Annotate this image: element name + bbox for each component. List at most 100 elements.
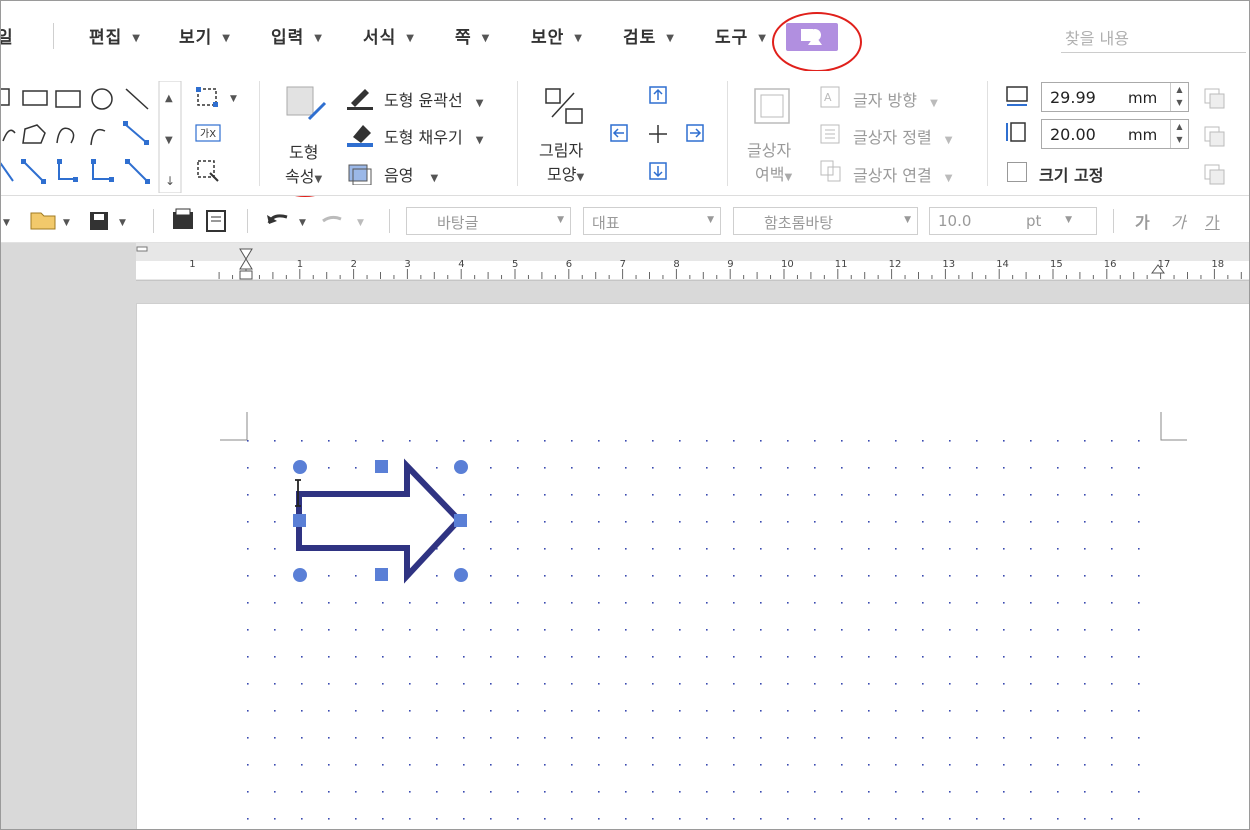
grid-dot xyxy=(598,548,600,550)
width-field[interactable]: 20.00 mm ▲ ▼ xyxy=(1041,119,1189,149)
grid-dot xyxy=(598,575,600,577)
grid-dot xyxy=(1111,440,1113,442)
grid-dot xyxy=(733,467,735,469)
text-align-button[interactable]: 글상자 정렬 ▼ xyxy=(853,124,952,148)
font-size-field[interactable]: 10.0 pt ▼ xyxy=(929,207,1097,235)
style-select[interactable]: 바탕글 ▼ xyxy=(406,207,571,235)
grid-dot xyxy=(841,656,843,658)
grid-dot xyxy=(895,737,897,739)
height-field[interactable]: 29.99 mm ▲ ▼ xyxy=(1041,82,1189,112)
grid-dot xyxy=(301,710,303,712)
menu-item-insert[interactable]: 입력 ▼ xyxy=(271,23,323,48)
menu-item-edit[interactable]: 편집 ▼ xyxy=(89,23,141,48)
grid-dot xyxy=(814,602,816,604)
grid-dot xyxy=(895,467,897,469)
arrange-icons[interactable] xyxy=(1201,85,1231,185)
grid-dot xyxy=(625,629,627,631)
grid-dot xyxy=(571,467,573,469)
document-page[interactable] xyxy=(136,303,1249,829)
horizontal-ruler[interactable]: 1 1 2 3 4 5 6 7 8 9 10 11 12 13 14 15 16 17 18 xyxy=(136,243,1249,281)
grid-dot xyxy=(544,683,546,685)
text-margin-icon[interactable] xyxy=(753,87,793,127)
grid-dot xyxy=(382,602,384,604)
select-tools-icon[interactable]: ▼ 가X xyxy=(194,85,246,185)
grid-dot xyxy=(787,710,789,712)
menu-item-tools[interactable]: 도구 ▼ xyxy=(715,23,767,48)
grid-dot xyxy=(706,521,708,523)
menu-item-page[interactable]: 쪽 ▼ xyxy=(455,23,490,48)
italic-button[interactable]: 가 xyxy=(1171,209,1186,233)
grid-dot xyxy=(247,521,249,523)
grid-dot xyxy=(787,467,789,469)
fill-button[interactable]: 도형 채우기 ▼ xyxy=(384,124,483,148)
height-stepper[interactable]: ▲ ▼ xyxy=(1170,83,1188,111)
font-select[interactable]: 함초롬바탕 ▼ xyxy=(733,207,918,235)
menu-item-review[interactable]: 검토 ▼ xyxy=(623,23,675,48)
fix-size-checkbox[interactable] xyxy=(1007,162,1027,182)
underline-button[interactable]: 가 xyxy=(1205,209,1220,233)
grid-dot xyxy=(1111,656,1113,658)
grid-dot xyxy=(274,521,276,523)
grid-dot xyxy=(598,683,600,685)
text-link-button[interactable]: 글상자 연결 ▼ xyxy=(853,162,952,186)
menu-item-view[interactable]: 보기 ▼ xyxy=(179,23,231,48)
grid-dot xyxy=(1111,602,1113,604)
grid-dot xyxy=(1003,764,1005,766)
grid-dot xyxy=(922,683,924,685)
align-arrows-icon[interactable] xyxy=(605,85,715,185)
grid-dot xyxy=(544,494,546,496)
grid-dot xyxy=(436,575,438,577)
grid-dot xyxy=(436,683,438,685)
menu-item-format[interactable]: 서식 ▼ xyxy=(363,23,415,48)
grid-dot xyxy=(868,710,870,712)
grid-dot xyxy=(949,467,951,469)
grid-dot xyxy=(733,575,735,577)
picture-shape-icon[interactable] xyxy=(544,87,588,127)
shape-gallery[interactable]: ▲ ▼ ↓ xyxy=(1,81,183,193)
menu-item-cut[interactable]: 일 xyxy=(1,23,14,48)
grid-dot xyxy=(868,548,870,550)
grid-dot xyxy=(355,575,357,577)
grid-dot xyxy=(733,521,735,523)
grid-dot xyxy=(625,710,627,712)
shape-properties-button[interactable]: 도형 속성▼ xyxy=(273,79,337,189)
grid-dot xyxy=(328,737,330,739)
text-direction-button[interactable]: 글자 방향 ▼ xyxy=(853,87,938,111)
grid-dot xyxy=(571,575,573,577)
ribbon-separator xyxy=(517,81,518,186)
search-input[interactable]: 찾을 내용 xyxy=(1061,15,1246,53)
grid-dot xyxy=(760,548,762,550)
toolbar-separator xyxy=(153,209,154,233)
grid-dot xyxy=(274,548,276,550)
grid-dot xyxy=(706,440,708,442)
grid-dot xyxy=(760,575,762,577)
grid-dot xyxy=(544,629,546,631)
grid-dot xyxy=(382,764,384,766)
grid-dot xyxy=(1057,521,1059,523)
grid-dot xyxy=(841,791,843,793)
outline-button[interactable]: 도형 윤곽선 ▼ xyxy=(384,87,483,111)
ruler-label: 14 xyxy=(996,259,1009,270)
grid-dot xyxy=(544,548,546,550)
grid-dot xyxy=(274,602,276,604)
width-stepper[interactable]: ▲ ▼ xyxy=(1170,120,1188,148)
shape-props-label-2: 속성 xyxy=(285,167,315,186)
language-select[interactable]: 대표 ▼ xyxy=(583,207,721,235)
grid-dot xyxy=(1111,521,1113,523)
menu-item-security[interactable]: 보안 ▼ xyxy=(531,23,583,48)
shadow-button[interactable]: 음영 ▼ xyxy=(384,162,438,186)
grid-dot xyxy=(895,764,897,766)
grid-dot xyxy=(976,629,978,631)
grid-dot xyxy=(598,629,600,631)
grid-dot xyxy=(355,818,357,820)
grid-dot xyxy=(949,440,951,442)
grid-dot xyxy=(247,656,249,658)
chevron-down-icon: ▼ xyxy=(1065,215,1072,225)
grid-dot xyxy=(1057,575,1059,577)
grid-dot xyxy=(409,710,411,712)
bold-button[interactable]: 가 xyxy=(1135,209,1150,233)
grid-dot xyxy=(949,629,951,631)
grid-dot xyxy=(814,818,816,820)
grid-dot xyxy=(733,683,735,685)
grid-dot xyxy=(976,548,978,550)
